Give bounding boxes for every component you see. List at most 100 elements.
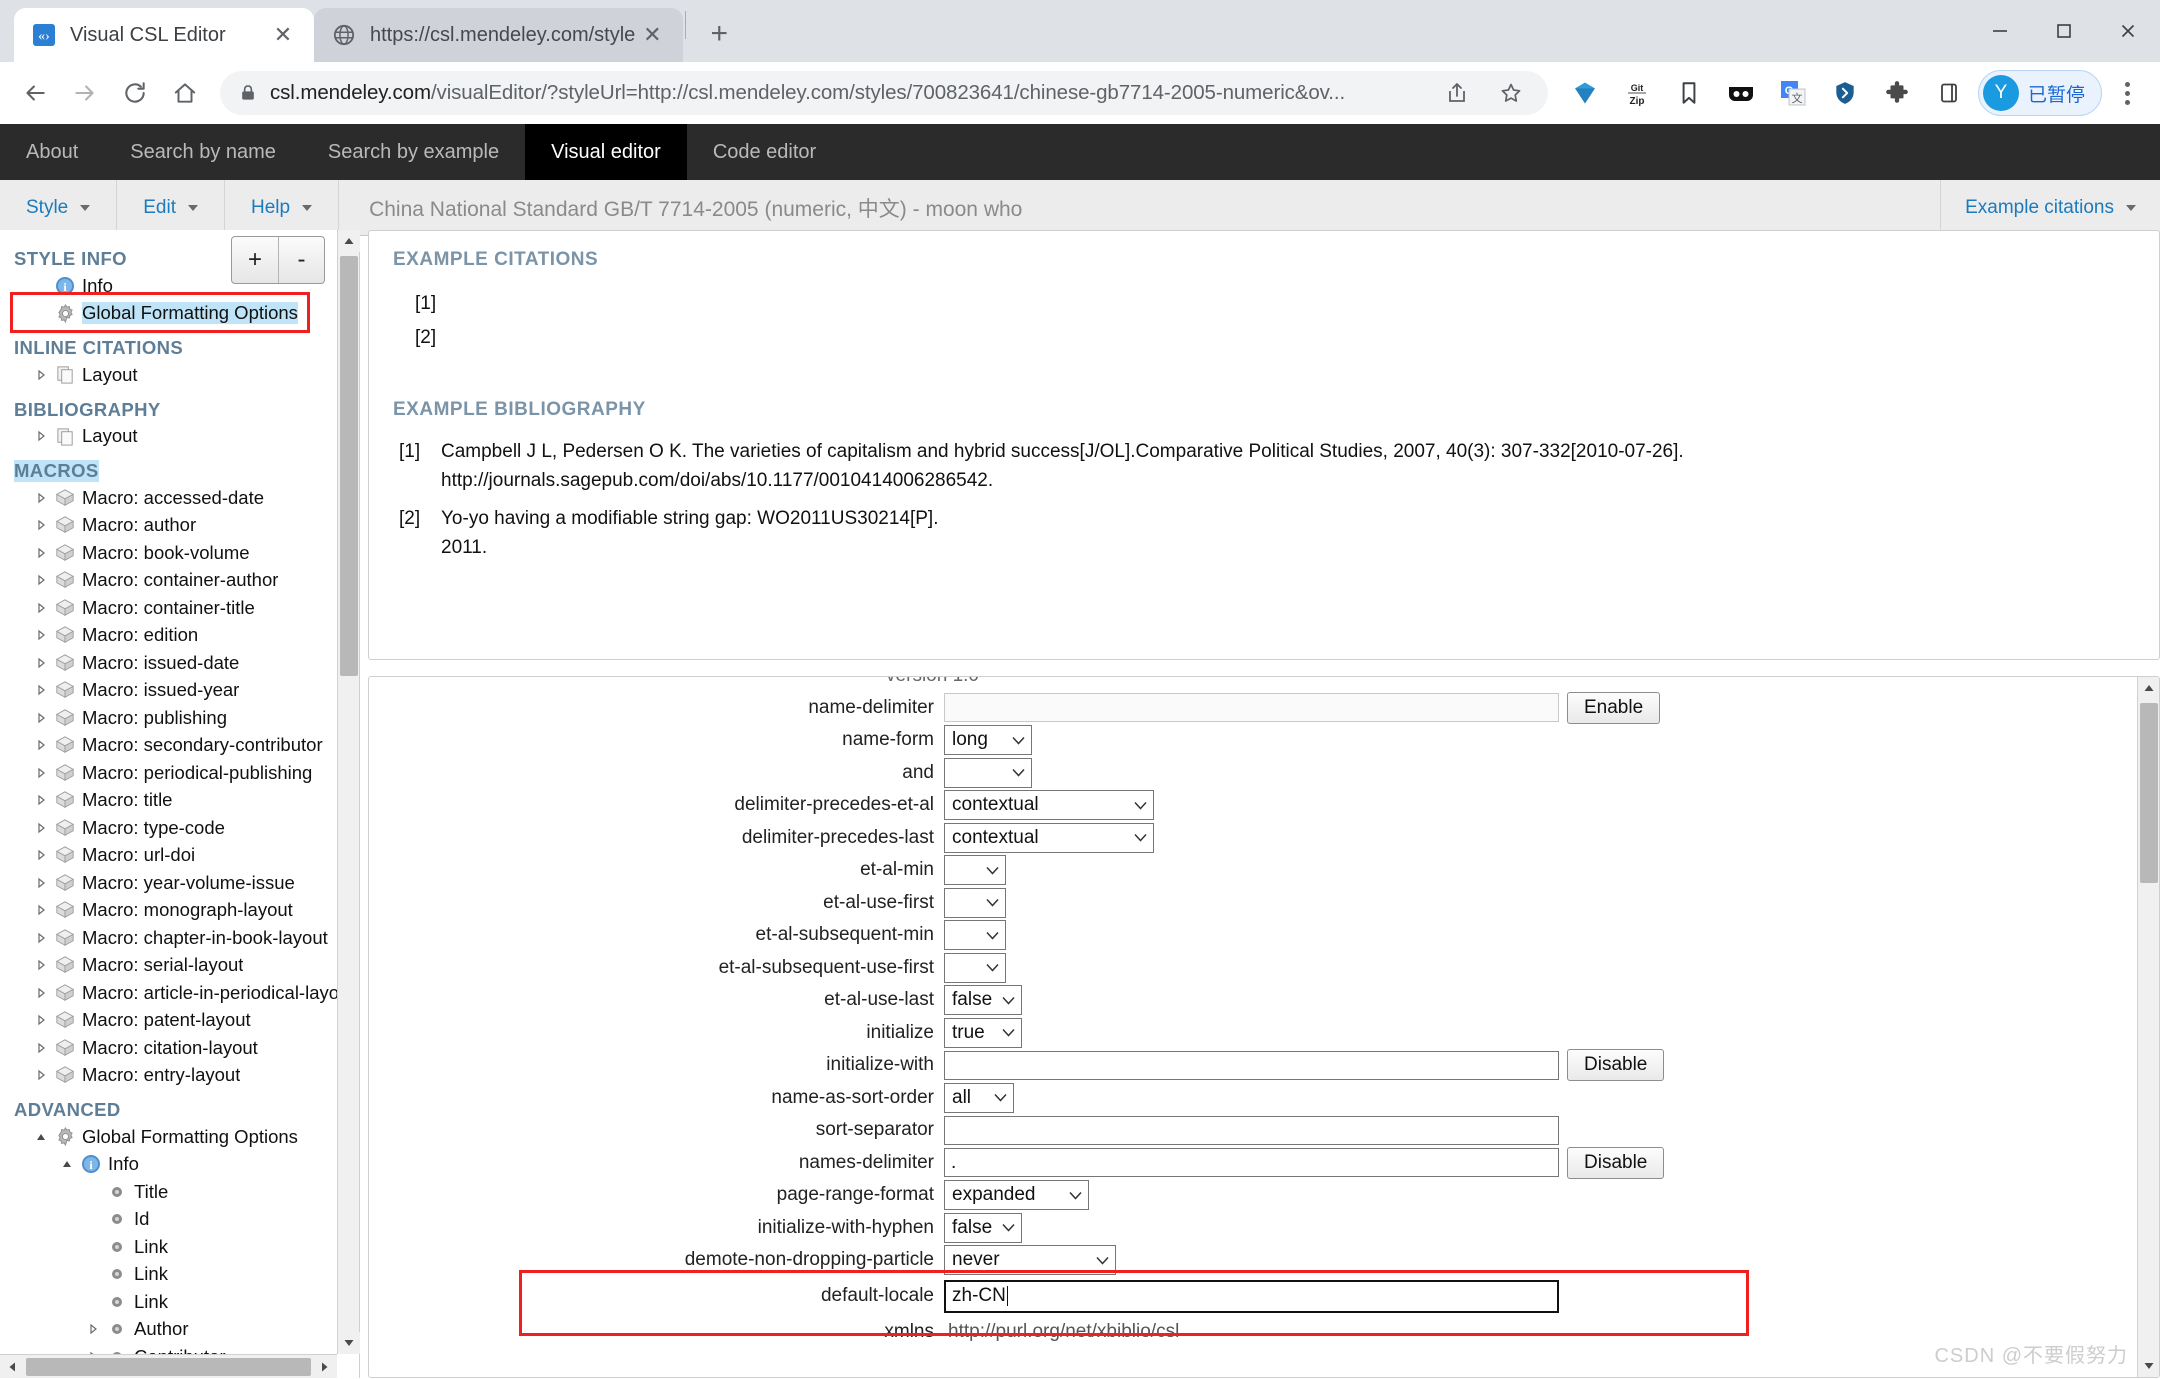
scroll-up-icon[interactable] [2138,677,2160,699]
twisty-collapsed-icon[interactable] [30,602,52,614]
bookmark-extension-icon[interactable] [1666,70,1712,116]
close-window-button[interactable] [2096,0,2160,62]
reload-icon[interactable] [110,68,160,118]
twisty-collapsed-icon[interactable] [30,574,52,586]
tree-item[interactable]: Macro: secondary-contributor [14,732,337,760]
shield-extension-icon[interactable] [1822,70,1868,116]
browser-tab-active[interactable]: «› Visual CSL Editor ✕ [14,8,314,62]
tree-item[interactable]: Layout [14,361,337,389]
twisty-collapsed-icon[interactable] [30,959,52,971]
twisty-collapsed-icon[interactable] [30,629,52,641]
twisty-collapsed-icon[interactable] [30,1014,52,1026]
google-translate-extension-icon[interactable]: G文 [1770,70,1816,116]
tree-item[interactable]: Macro: issued-date [14,649,337,677]
property-select-et-al-min[interactable] [944,855,1006,885]
property-input-names-delimiter[interactable]: . [944,1148,1559,1177]
property-select-name-as-sort-order[interactable]: all [944,1083,1014,1113]
property-input-name-delimiter[interactable] [944,693,1559,722]
twisty-collapsed-icon[interactable] [30,430,52,442]
tree-item[interactable]: Global Formatting Options [14,1123,337,1151]
tree-item[interactable]: Macro: url-doi [14,842,337,870]
tree-item[interactable]: Macro: citation-layout [14,1034,337,1062]
tree-item[interactable]: Macro: patent-layout [14,1007,337,1035]
diamond-extension-icon[interactable] [1562,70,1608,116]
tree-item[interactable]: Layout [14,423,337,451]
tree-item[interactable]: Macro: edition [14,622,337,650]
property-select-et-al-subsequent-use-first[interactable] [944,953,1006,983]
home-icon[interactable] [160,68,210,118]
twisty-collapsed-icon[interactable] [30,684,52,696]
profile-status-pill[interactable]: Y 已暂停 [1978,70,2102,116]
tree-item[interactable]: Macro: title [14,787,337,815]
tree-item[interactable]: Macro: periodical-publishing [14,759,337,787]
property-select-initialize-with-hyphen[interactable]: false [944,1213,1022,1243]
scroll-up-icon[interactable] [338,230,360,252]
twisty-collapsed-icon[interactable] [30,1042,52,1054]
tree-item[interactable]: Macro: type-code [14,814,337,842]
tree-item[interactable]: Macro: chapter-in-book-layout [14,924,337,952]
property-select-name-form[interactable]: long [944,725,1032,755]
glasses-extension-icon[interactable] [1718,70,1764,116]
twisty-collapsed-icon[interactable] [30,739,52,751]
scroll-right-icon[interactable] [313,1355,337,1379]
address-bar[interactable]: csl.mendeley.com/visualEditor/?styleUrl=… [220,71,1548,115]
menu-help[interactable]: Help [225,180,339,235]
twisty-collapsed-icon[interactable] [30,547,52,559]
close-icon[interactable]: ✕ [266,18,300,52]
twisty-collapsed-icon[interactable] [30,767,52,779]
scrollbar-thumb[interactable] [340,256,358,676]
tree-item[interactable]: iInfo [14,1151,337,1179]
scroll-down-icon[interactable] [2138,1355,2160,1377]
tree-item[interactable]: Global Formatting Options [14,300,337,328]
tree-item[interactable]: Contributor [14,1343,337,1354]
tree-item[interactable]: Macro: container-title [14,594,337,622]
property-select-et-al-use-first[interactable] [944,888,1006,918]
twisty-collapsed-icon[interactable] [30,492,52,504]
twisty-collapsed-icon[interactable] [30,712,52,724]
scroll-left-icon[interactable] [0,1355,24,1379]
twisty-collapsed-icon[interactable] [30,849,52,861]
sidebar-vertical-scrollbar[interactable] [337,230,359,1354]
browser-tab-inactive[interactable]: https://csl.mendeley.com/style ✕ [314,8,683,62]
sidebar-horizontal-scrollbar[interactable] [0,1354,337,1378]
scrollbar-thumb[interactable] [2140,703,2158,883]
gitzip-extension-icon[interactable]: GitZip [1614,70,1660,116]
twisty-collapsed-icon[interactable] [30,369,52,381]
property-input-default-locale[interactable]: zh-CN [944,1280,1559,1313]
tree-item[interactable]: Macro: book-volume [14,539,337,567]
minimize-button[interactable] [1968,0,2032,62]
property-select-delimiter-precedes-et-al[interactable]: contextual [944,790,1154,820]
nav-item-search-by-example[interactable]: Search by example [302,124,525,180]
twisty-collapsed-icon[interactable] [30,822,52,834]
twisty-collapsed-icon[interactable] [30,794,52,806]
tree-item[interactable]: Macro: issued-year [14,677,337,705]
tree-item[interactable]: Macro: publishing [14,704,337,732]
add-node-button[interactable]: + [232,237,278,283]
tree-item[interactable]: Link [14,1288,337,1316]
twisty-collapsed-icon[interactable] [30,877,52,889]
property-input-initialize-with[interactable] [944,1051,1559,1080]
tree-item[interactable]: Macro: container-author [14,567,337,595]
tree-item[interactable]: Macro: monograph-layout [14,897,337,925]
menu-style[interactable]: Style [0,180,117,235]
twisty-collapsed-icon[interactable] [30,987,52,999]
tree-item[interactable]: Macro: article-in-periodical-layou [14,979,337,1007]
star-icon[interactable] [1486,68,1536,118]
property-select-et-al-subsequent-min[interactable] [944,920,1006,950]
kebab-menu-icon[interactable] [2104,70,2150,116]
nav-item-about[interactable]: About [0,124,104,180]
remove-node-button[interactable]: - [278,237,324,283]
close-icon[interactable]: ✕ [635,18,669,52]
nav-item-code-editor[interactable]: Code editor [687,124,842,180]
style-tree[interactable]: STYLE INFOiInfoGlobal Formatting Options… [0,230,337,1354]
tree-item[interactable]: Link [14,1233,337,1261]
forward-icon[interactable] [60,68,110,118]
nav-item-search-by-name[interactable]: Search by name [104,124,302,180]
property-input-sort-separator[interactable] [944,1116,1559,1145]
property-select-demote-non-dropping-particle[interactable]: never [944,1245,1116,1275]
twisty-expanded-icon[interactable] [30,1131,52,1143]
back-icon[interactable] [10,68,60,118]
twisty-collapsed-icon[interactable] [30,932,52,944]
tree-item[interactable]: Macro: entry-layout [14,1062,337,1090]
menu-edit[interactable]: Edit [117,180,225,235]
